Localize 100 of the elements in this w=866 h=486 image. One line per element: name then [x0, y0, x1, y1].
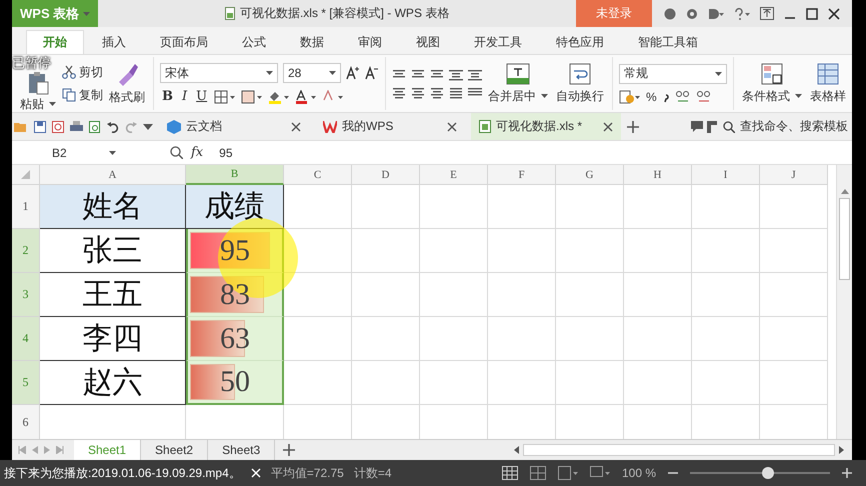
maximize-icon[interactable] [806, 8, 818, 20]
close-icon[interactable] [447, 122, 457, 132]
column-header[interactable]: I [692, 165, 760, 185]
font-select[interactable]: 宋体 [160, 63, 278, 83]
column-header[interactable]: H [624, 165, 692, 185]
decrease-decimal-icon[interactable] [696, 90, 712, 104]
prev-sheet-icon[interactable] [32, 446, 38, 454]
empty-cell[interactable] [420, 185, 488, 229]
grow-font-icon[interactable] [346, 66, 360, 80]
score-cell[interactable]: 63 [186, 317, 284, 361]
document-tab[interactable]: 云文档 [159, 113, 309, 140]
empty-cell[interactable] [556, 273, 624, 317]
page-break-view-icon[interactable] [530, 466, 546, 480]
document-tab[interactable]: 可视化数据.xls * [471, 113, 621, 140]
empty-cell[interactable] [352, 273, 420, 317]
redo-icon[interactable] [125, 120, 137, 132]
copy-button[interactable]: 复制 [62, 86, 103, 104]
dropdown-icon[interactable] [143, 124, 153, 130]
empty-cell[interactable] [556, 317, 624, 361]
next-sheet-icon[interactable] [44, 446, 50, 454]
menu-tab[interactable]: 插入 [86, 30, 142, 54]
print-preview-icon[interactable] [89, 120, 101, 132]
empty-cell[interactable] [624, 317, 692, 361]
comment-icon[interactable] [691, 120, 703, 132]
empty-cell[interactable] [352, 229, 420, 273]
shrink-font-icon[interactable] [365, 66, 379, 80]
empty-cell[interactable] [692, 229, 760, 273]
empty-cell[interactable] [760, 229, 828, 273]
menu-tab[interactable]: 公式 [226, 30, 282, 54]
borders-icon[interactable] [214, 90, 236, 104]
empty-cell[interactable] [760, 273, 828, 317]
conditional-format-button[interactable]: 条件格式 [740, 62, 804, 104]
wrap-text-button[interactable]: 自动换行 [554, 62, 606, 104]
empty-cell[interactable] [488, 317, 556, 361]
column-header[interactable]: G [556, 165, 624, 185]
empty-cell[interactable] [420, 361, 488, 405]
reading-mode-icon[interactable] [590, 466, 610, 480]
empty-cell[interactable] [352, 361, 420, 405]
zoom-in-icon[interactable] [842, 468, 852, 478]
document-tab[interactable]: 我的WPS [315, 113, 465, 140]
empty-cell[interactable] [420, 317, 488, 361]
column-header[interactable]: C [284, 165, 352, 185]
menu-tab[interactable]: 数据 [284, 30, 340, 54]
empty-cell[interactable] [692, 185, 760, 229]
distributed-icon[interactable] [468, 86, 482, 98]
scroll-up-icon[interactable] [840, 189, 848, 194]
menu-tab[interactable]: 视图 [400, 30, 456, 54]
help-icon[interactable] [734, 8, 750, 20]
menu-tab[interactable]: 智能工具箱 [622, 30, 714, 54]
font-style-button[interactable]: U [194, 89, 210, 104]
empty-cell[interactable] [420, 273, 488, 317]
formula-field[interactable]: 95 [219, 146, 233, 160]
empty-cell[interactable] [488, 185, 556, 229]
column-header[interactable]: E [420, 165, 488, 185]
empty-cell[interactable] [760, 317, 828, 361]
restore-ribbon-icon[interactable] [760, 7, 774, 20]
function-label[interactable]: fx [183, 145, 220, 160]
percent-button[interactable]: % [646, 90, 657, 104]
format-painter-button[interactable]: 格式刷 [107, 62, 147, 106]
empty-cell[interactable] [760, 361, 828, 405]
close-icon[interactable] [603, 122, 613, 132]
close-icon[interactable] [828, 8, 840, 20]
empty-cell[interactable] [556, 185, 624, 229]
number-format-select[interactable]: 常规 [619, 64, 727, 84]
column-header[interactable]: F [488, 165, 556, 185]
align-top-icon[interactable] [392, 68, 406, 80]
empty-cell[interactable] [760, 185, 828, 229]
gear-icon[interactable] [686, 8, 698, 20]
column-header[interactable]: D [352, 165, 420, 185]
empty-cell[interactable] [488, 229, 556, 273]
score-cell[interactable]: 83 [186, 273, 284, 317]
font-size-select[interactable]: 28 [283, 63, 341, 83]
slider-thumb[interactable] [762, 467, 774, 479]
name-box[interactable]: B2 [12, 146, 122, 160]
menu-tab[interactable]: 特色应用 [540, 30, 620, 54]
empty-cell[interactable] [352, 185, 420, 229]
merge-center-button[interactable]: 合并居中 [486, 62, 550, 104]
menu-tab[interactable]: 审阅 [342, 30, 398, 54]
last-sheet-icon[interactable] [56, 446, 64, 454]
increase-decimal-icon[interactable] [674, 90, 691, 104]
align-right-icon[interactable] [430, 86, 444, 98]
font-style-button[interactable]: B [160, 89, 175, 104]
select-all-corner[interactable] [12, 165, 40, 185]
menu-tab[interactable]: 页面布局 [144, 30, 224, 54]
menu-tab[interactable]: 开始 [26, 30, 84, 54]
save-icon[interactable] [34, 120, 46, 132]
empty-cell[interactable] [556, 361, 624, 405]
plus-icon[interactable] [283, 444, 296, 456]
empty-cell[interactable] [556, 229, 624, 273]
font-color-icon[interactable] [295, 90, 318, 104]
empty-cell[interactable] [624, 229, 692, 273]
close-icon[interactable] [291, 122, 301, 132]
scroll-left-icon[interactable] [514, 446, 519, 454]
column-header[interactable]: A [40, 165, 186, 185]
empty-cell[interactable] [692, 273, 760, 317]
currency-icon[interactable] [619, 90, 641, 104]
first-sheet-icon[interactable] [18, 446, 26, 454]
score-cell[interactable]: 50 [186, 361, 284, 405]
font-style-button[interactable]: I [180, 89, 190, 104]
row-header[interactable]: 1 [12, 185, 40, 229]
